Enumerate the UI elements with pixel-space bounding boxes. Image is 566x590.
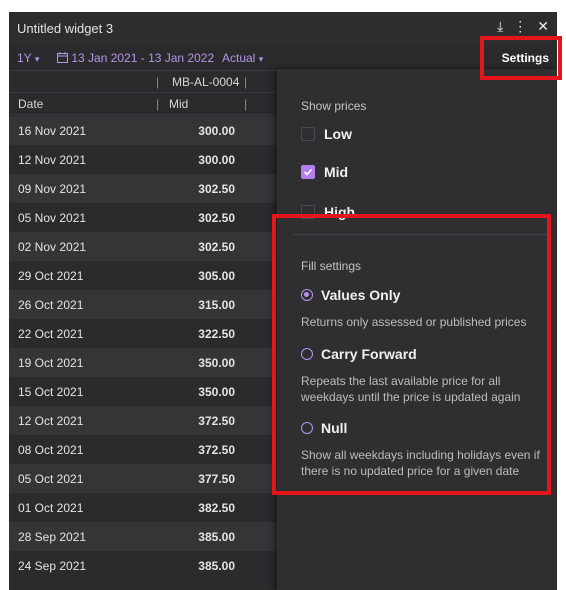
title-bar: Untitled widget 3 ⤓ ⋮ ✕ xyxy=(9,12,557,46)
fill-settings-highlight-box xyxy=(272,214,551,495)
close-icon[interactable]: ✕ xyxy=(537,18,549,35)
row-mid-value: 300.00 xyxy=(198,153,235,167)
mid-column-header: Mid xyxy=(169,97,189,111)
row-date: 15 Oct 2021 xyxy=(18,385,84,399)
row-mid-value: 382.50 xyxy=(198,501,235,515)
row-mid-value: 302.50 xyxy=(198,182,235,196)
row-date: 16 Nov 2021 xyxy=(18,124,87,138)
row-mid-value: 302.50 xyxy=(198,211,235,225)
settings-highlight-box xyxy=(480,36,562,80)
mode-value: Actual xyxy=(222,51,256,65)
low-price-checkbox[interactable]: Low xyxy=(301,126,352,142)
period-dropdown[interactable]: 1Y ▾ xyxy=(17,51,39,65)
row-date: 01 Oct 2021 xyxy=(18,501,84,515)
row-mid-value: 372.50 xyxy=(198,414,235,428)
column-separator: | xyxy=(156,75,160,89)
low-price-label: Low xyxy=(324,126,352,142)
row-mid-value: 315.00 xyxy=(198,298,235,312)
row-date: 26 Oct 2021 xyxy=(18,298,84,312)
checkbox-icon xyxy=(301,127,315,141)
row-mid-value: 322.50 xyxy=(198,327,235,341)
chevron-down-icon: ▾ xyxy=(258,54,264,64)
chevron-down-icon: ▾ xyxy=(34,54,40,64)
row-date: 08 Oct 2021 xyxy=(18,443,84,457)
mid-price-checkbox[interactable]: Mid xyxy=(301,164,348,180)
title-bar-icons: ⤓ ⋮ ✕ xyxy=(497,18,549,35)
row-mid-value: 385.00 xyxy=(198,559,235,573)
row-date: 12 Oct 2021 xyxy=(18,414,84,428)
row-date: 02 Nov 2021 xyxy=(18,240,87,254)
row-mid-value: 302.50 xyxy=(198,240,235,254)
row-date: 05 Oct 2021 xyxy=(18,472,84,486)
row-date: 09 Nov 2021 xyxy=(18,182,87,196)
row-mid-value: 385.00 xyxy=(198,530,235,544)
row-date: 22 Oct 2021 xyxy=(18,327,84,341)
download-icon[interactable]: ⤓ xyxy=(497,18,503,35)
show-prices-heading: Show prices xyxy=(301,99,367,113)
toolbar: 1Y ▾ 13 Jan 2021 - 13 Jan 2022 Actual ▾ … xyxy=(9,46,557,71)
row-mid-value: 300.00 xyxy=(198,124,235,138)
row-mid-value: 350.00 xyxy=(198,356,235,370)
row-mid-value: 372.50 xyxy=(198,443,235,457)
column-separator: | xyxy=(244,97,248,111)
mid-price-label: Mid xyxy=(324,164,349,180)
widget-title: Untitled widget 3 xyxy=(17,21,114,36)
column-separator: | xyxy=(156,97,160,111)
row-mid-value: 350.00 xyxy=(198,385,235,399)
row-date: 29 Oct 2021 xyxy=(18,269,84,283)
calendar-icon xyxy=(57,52,68,63)
date-range-picker[interactable]: 13 Jan 2021 - 13 Jan 2022 xyxy=(57,51,214,65)
mode-dropdown[interactable]: Actual ▾ xyxy=(222,51,263,65)
period-value: 1Y xyxy=(17,51,32,65)
date-range-value: 13 Jan 2021 - 13 Jan 2022 xyxy=(71,51,215,65)
row-date: 19 Oct 2021 xyxy=(18,356,84,370)
row-date: 12 Nov 2021 xyxy=(18,153,87,167)
checkmark-icon xyxy=(301,165,315,179)
more-options-icon[interactable]: ⋮ xyxy=(513,18,527,35)
row-date: 05 Nov 2021 xyxy=(18,211,87,225)
row-date: 24 Sep 2021 xyxy=(18,559,87,573)
row-mid-value: 377.50 xyxy=(198,472,235,486)
date-column-header: Date xyxy=(18,97,44,111)
instrument-code: MB-AL-0004 xyxy=(172,75,240,89)
row-mid-value: 305.00 xyxy=(198,269,235,283)
column-separator: | xyxy=(244,75,248,89)
row-date: 28 Sep 2021 xyxy=(18,530,87,544)
